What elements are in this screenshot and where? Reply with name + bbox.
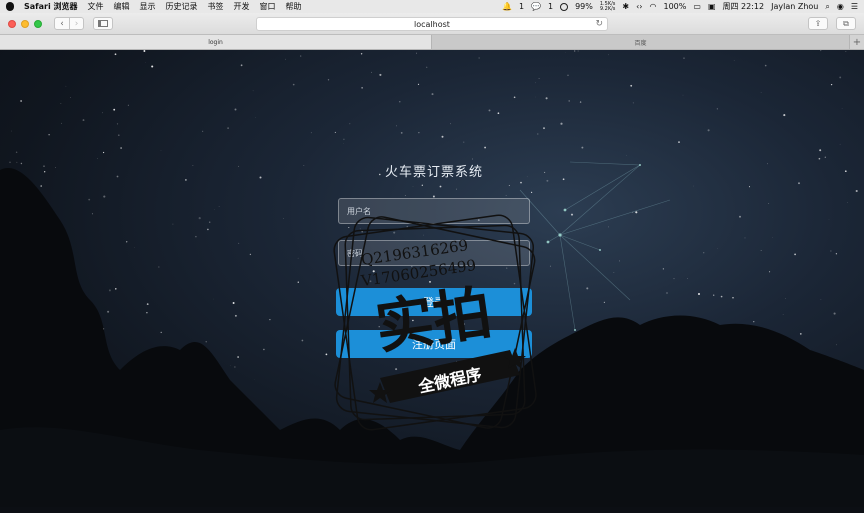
notif-count-2: 1	[548, 2, 554, 11]
user-name[interactable]: Jaylan Zhou	[771, 2, 818, 11]
window-controls	[8, 19, 42, 28]
status-icon[interactable]	[560, 2, 569, 11]
code-icon[interactable]: ‹›	[636, 2, 642, 11]
page-content: 火车票订票系统 用户名 密码 登录 注册页面 全微程序 Q2196316269 …	[0, 50, 864, 513]
watermark-big-text: 实拍	[371, 278, 495, 361]
nav-buttons: ‹ ›	[54, 17, 84, 30]
minimize-window-button[interactable]	[21, 19, 29, 28]
zoom-window-button[interactable]	[34, 19, 42, 28]
clock[interactable]: 周四 22:12	[723, 1, 765, 12]
sidebar-icon	[98, 20, 108, 27]
menu-bookmarks[interactable]: 书签	[208, 1, 224, 12]
battery-percent-1: 99%	[575, 2, 593, 11]
dock-edge	[0, 507, 864, 513]
battery-percent-2: 100%	[663, 2, 687, 11]
notif-count-1: 1	[518, 2, 525, 11]
new-tab-button[interactable]: +	[849, 35, 864, 49]
bell-icon[interactable]: 🔔	[502, 2, 512, 11]
wifi-icon[interactable]: ◠	[650, 2, 657, 11]
tab-baidu[interactable]: 百度	[432, 35, 849, 49]
watermark-stamp: 全微程序 Q2196316269 V17060256499 实拍	[333, 214, 537, 431]
share-button[interactable]: ⇪	[808, 17, 828, 30]
url-text: localhost	[414, 19, 450, 29]
app-status-icon[interactable]: ▣	[708, 2, 716, 11]
menu-develop[interactable]: 开发	[234, 1, 250, 12]
menu-edit[interactable]: 编辑	[114, 1, 130, 12]
tabs-icon: ⧉	[843, 18, 849, 28]
apple-icon[interactable]	[6, 2, 14, 11]
close-window-button[interactable]	[8, 19, 16, 28]
menu-help[interactable]: 帮助	[286, 1, 302, 12]
battery-icon[interactable]: ▭	[693, 2, 701, 11]
address-bar[interactable]: localhost ↻	[256, 17, 608, 31]
menu-file[interactable]: 文件	[88, 1, 104, 12]
back-button[interactable]: ‹	[55, 18, 69, 29]
tab-login[interactable]: login	[0, 35, 432, 49]
menu-bar: Safari 浏览器 文件 编辑 显示 历史记录 书签 开发 窗口 帮助 🔔 1…	[0, 0, 864, 13]
page-title: 火车票订票系统	[384, 165, 483, 180]
tabs-overview-button[interactable]: ⧉	[836, 17, 856, 30]
bluetooth-icon[interactable]: ✱	[622, 2, 629, 11]
menu-view[interactable]: 显示	[140, 1, 156, 12]
app-menu[interactable]: Safari 浏览器	[24, 1, 78, 12]
net-down: 9.2K/s	[599, 5, 616, 12]
tab-bar: login 百度 +	[0, 35, 864, 50]
spotlight-icon[interactable]: ⌕	[825, 2, 829, 12]
reload-icon[interactable]: ↻	[595, 19, 603, 29]
share-icon: ⇪	[814, 19, 822, 28]
siri-icon[interactable]: ◉	[837, 2, 844, 11]
menu-window[interactable]: 窗口	[260, 1, 276, 12]
network-speed: 1.5K/s 9.2K/s	[599, 1, 616, 12]
wechat-icon[interactable]: 💬	[531, 2, 541, 11]
notification-center-icon[interactable]: ☰	[851, 2, 858, 11]
sidebar-toggle-button[interactable]	[93, 17, 113, 30]
browser-toolbar: ‹ › localhost ↻ ⇪ ⧉	[0, 13, 864, 35]
forward-button[interactable]: ›	[69, 18, 83, 29]
menu-history[interactable]: 历史记录	[166, 1, 198, 12]
